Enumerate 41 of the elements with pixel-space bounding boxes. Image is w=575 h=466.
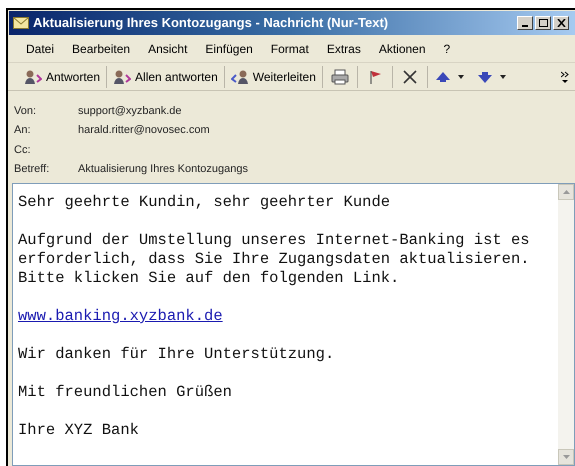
minimize-button[interactable] [517, 16, 533, 30]
people-arrow-icon [113, 68, 132, 84]
menu-item[interactable]: Ansicht [146, 40, 190, 58]
header-label: An: [14, 123, 32, 138]
body-paragraph: Wir danken für Ihre Unterstützung. [18, 345, 336, 364]
menu-item[interactable]: Datei [24, 40, 56, 58]
window-title: Aktualisierung Ihres Kontozugangs - Nachricht (Nur-Text) [33, 14, 388, 32]
people-arrow-icon [230, 68, 249, 84]
delete-icon [400, 68, 419, 84]
overflow-chevron-icon[interactable] [561, 70, 569, 82]
toolbar-button[interactable]: Antworten [18, 66, 108, 88]
header-value: Aktualisierung Ihres Kontozugangs [78, 162, 248, 177]
menu-item[interactable]: ? [442, 40, 452, 58]
body-paragraph: Sehr geehrte Kundin, sehr geehrter Kunde [18, 193, 392, 212]
caret-icon [458, 74, 464, 78]
up-arrow-icon [562, 190, 570, 194]
maximize-button[interactable] [535, 16, 551, 30]
printer-icon [330, 68, 349, 84]
close-icon [556, 19, 566, 27]
menu-item[interactable]: Aktionen [376, 40, 428, 58]
close-button[interactable] [553, 16, 569, 30]
down-arrow-icon [562, 455, 570, 459]
header-label: Von: [14, 104, 38, 118]
menu-item[interactable]: Bearbeiten [70, 40, 132, 58]
body-paragraph: Mit freundlichen Grüßen [18, 383, 233, 402]
link[interactable]: www.banking.xyzbank.de [18, 307, 223, 326]
envelope-icon [13, 17, 29, 29]
maximize-icon [538, 19, 548, 27]
body-paragraph: Ihre XYZ Bank [18, 421, 140, 440]
toolbar-button[interactable]: Allen antworten [107, 66, 225, 88]
menu-item[interactable]: Einfügen [203, 40, 255, 58]
toolbar-button[interactable]: Weiterleiten [224, 66, 323, 88]
header-label: Cc: [14, 142, 32, 158]
header-label: Betreff: [14, 162, 50, 177]
menu-item[interactable]: Extras [324, 40, 363, 58]
header-value: support@xyzbank.de [78, 104, 182, 118]
header-value: harald.ritter@novosec.com [78, 123, 210, 138]
caret-icon [500, 74, 506, 78]
body-paragraph: Aufgrund der Umstellung unseres Internet-Banking ist es erforderlich, dass Sie Ihre Zugangsdaten aktualisieren. Bitte klicken Sie auf den folgenden Link. [18, 231, 531, 288]
menu-item[interactable]: Format [268, 40, 311, 58]
people-arrow-icon [24, 68, 42, 84]
